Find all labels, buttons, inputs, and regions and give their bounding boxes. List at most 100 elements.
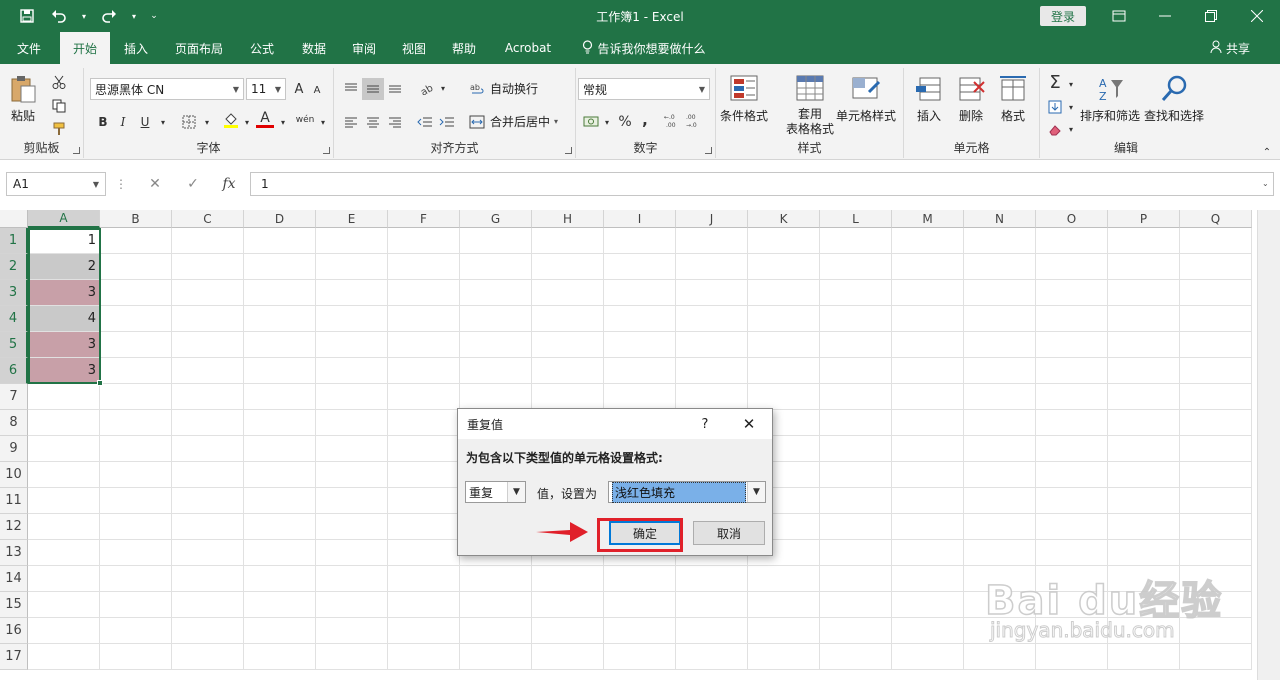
cell-a14[interactable]: [28, 566, 100, 592]
row-header-12[interactable]: 12: [0, 514, 28, 540]
row-header-13[interactable]: 13: [0, 540, 28, 566]
phonetic-dropdown-icon[interactable]: ▾: [314, 114, 332, 130]
cell-f2[interactable]: [388, 254, 460, 280]
row-header-16[interactable]: 16: [0, 618, 28, 644]
cell-j15[interactable]: [676, 592, 748, 618]
cell-p4[interactable]: [1108, 306, 1180, 332]
cell-a6[interactable]: 3: [28, 358, 100, 384]
cell-d6[interactable]: [244, 358, 316, 384]
column-header-d[interactable]: D: [244, 210, 316, 228]
cell-q2[interactable]: [1180, 254, 1252, 280]
tab-page-layout[interactable]: 页面布局: [166, 32, 232, 64]
cell-a15[interactable]: [28, 592, 100, 618]
cell-g6[interactable]: [460, 358, 532, 384]
cell-o9[interactable]: [1036, 436, 1108, 462]
format-as-table-button[interactable]: 套用 表格格式: [786, 74, 834, 137]
cell-b12[interactable]: [100, 514, 172, 540]
column-header-g[interactable]: G: [460, 210, 532, 228]
cell-m12[interactable]: [892, 514, 964, 540]
cell-i7[interactable]: [604, 384, 676, 410]
column-header-i[interactable]: I: [604, 210, 676, 228]
cell-q3[interactable]: [1180, 280, 1252, 306]
cell-h1[interactable]: [532, 228, 604, 254]
tab-home[interactable]: 开始: [60, 32, 110, 64]
select-all-corner[interactable]: [0, 210, 28, 228]
cell-f6[interactable]: [388, 358, 460, 384]
cell-d5[interactable]: [244, 332, 316, 358]
cell-o5[interactable]: [1036, 332, 1108, 358]
phonetic-guide-icon[interactable]: wén: [296, 112, 315, 128]
cell-c7[interactable]: [172, 384, 244, 410]
cell-b16[interactable]: [100, 618, 172, 644]
column-header-o[interactable]: O: [1036, 210, 1108, 228]
cell-a4[interactable]: 4: [28, 306, 100, 332]
cell-g3[interactable]: [460, 280, 532, 306]
percent-style-button[interactable]: %: [616, 114, 634, 130]
cell-q7[interactable]: [1180, 384, 1252, 410]
cell-c2[interactable]: [172, 254, 244, 280]
vertical-scrollbar[interactable]: [1257, 210, 1280, 680]
cell-f1[interactable]: [388, 228, 460, 254]
cell-f9[interactable]: [388, 436, 460, 462]
insert-cells-button[interactable]: 插入: [914, 74, 944, 124]
cell-l9[interactable]: [820, 436, 892, 462]
cell-c14[interactable]: [172, 566, 244, 592]
close-icon[interactable]: ✕: [738, 413, 760, 435]
cell-i5[interactable]: [604, 332, 676, 358]
cell-a1[interactable]: 1: [28, 228, 100, 254]
cell-l6[interactable]: [820, 358, 892, 384]
column-header-a[interactable]: A: [28, 210, 100, 228]
paste-button[interactable]: 粘贴: [8, 74, 38, 124]
cell-k2[interactable]: [748, 254, 820, 280]
cell-i1[interactable]: [604, 228, 676, 254]
merge-center-button[interactable]: 合并后居中 ▾: [468, 113, 558, 130]
cell-f10[interactable]: [388, 462, 460, 488]
cell-m16[interactable]: [892, 618, 964, 644]
row-header-10[interactable]: 10: [0, 462, 28, 488]
cell-h4[interactable]: [532, 306, 604, 332]
cell-f11[interactable]: [388, 488, 460, 514]
cell-f16[interactable]: [388, 618, 460, 644]
font-color-icon[interactable]: A: [256, 110, 274, 128]
cell-e15[interactable]: [316, 592, 388, 618]
tab-formulas[interactable]: 公式: [240, 32, 284, 64]
row-header-17[interactable]: 17: [0, 644, 28, 670]
bold-button[interactable]: B: [94, 114, 112, 130]
row-header-5[interactable]: 5: [0, 332, 28, 358]
name-box[interactable]: A1 ▼: [6, 172, 106, 196]
fill-handle[interactable]: [97, 380, 103, 386]
cell-e17[interactable]: [316, 644, 388, 670]
cell-c15[interactable]: [172, 592, 244, 618]
cell-g17[interactable]: [460, 644, 532, 670]
column-header-p[interactable]: P: [1108, 210, 1180, 228]
find-select-button[interactable]: 查找和选择: [1144, 74, 1204, 124]
cell-j4[interactable]: [676, 306, 748, 332]
cell-d7[interactable]: [244, 384, 316, 410]
cell-d1[interactable]: [244, 228, 316, 254]
cell-o11[interactable]: [1036, 488, 1108, 514]
cell-k16[interactable]: [748, 618, 820, 644]
cell-d16[interactable]: [244, 618, 316, 644]
ribbon-display-options-icon[interactable]: [1096, 4, 1142, 28]
cell-o10[interactable]: [1036, 462, 1108, 488]
cell-n7[interactable]: [964, 384, 1036, 410]
cell-c10[interactable]: [172, 462, 244, 488]
cell-a5[interactable]: 3: [28, 332, 100, 358]
cell-e4[interactable]: [316, 306, 388, 332]
cell-i2[interactable]: [604, 254, 676, 280]
cell-b9[interactable]: [100, 436, 172, 462]
cell-e10[interactable]: [316, 462, 388, 488]
cell-j7[interactable]: [676, 384, 748, 410]
row-header-9[interactable]: 9: [0, 436, 28, 462]
fill-dropdown-icon[interactable]: ▾: [1062, 99, 1080, 115]
cell-a11[interactable]: [28, 488, 100, 514]
cell-a16[interactable]: [28, 618, 100, 644]
cell-q8[interactable]: [1180, 410, 1252, 436]
cell-b5[interactable]: [100, 332, 172, 358]
row-header-7[interactable]: 7: [0, 384, 28, 410]
undo-icon[interactable]: [48, 6, 70, 26]
decrease-decimal-icon[interactable]: .00 →.0: [686, 112, 704, 128]
cell-j2[interactable]: [676, 254, 748, 280]
align-right-icon[interactable]: [386, 114, 404, 130]
cell-b2[interactable]: [100, 254, 172, 280]
